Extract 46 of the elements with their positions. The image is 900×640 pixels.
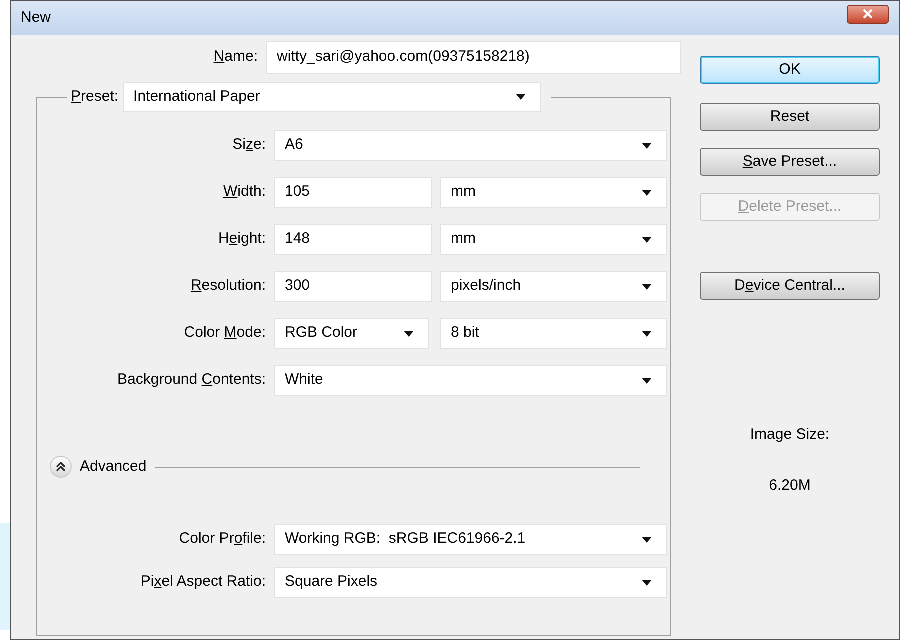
dropdown[interactable]: 8 bit — [440, 318, 667, 349]
dropdown[interactable]: A6 — [274, 130, 667, 161]
dropdown-arrow-icon — [642, 580, 652, 586]
dropdown-arrow-icon — [642, 536, 652, 542]
dropdown-arrow-icon — [404, 330, 414, 336]
dropdown[interactable]: International Paper — [122, 82, 541, 112]
dropdown-arrow-icon — [642, 330, 652, 336]
field-label: Width: — [222, 182, 267, 202]
dialog-button[interactable]: Save Preset... — [700, 148, 880, 176]
image-size-value: 6.20M — [769, 476, 811, 496]
input-field[interactable]: 105 — [274, 177, 432, 208]
dropdown-arrow-icon — [642, 236, 652, 242]
dialog-button[interactable]: Reset — [700, 103, 880, 131]
field-label: Color Mode: — [183, 323, 267, 344]
close-icon — [862, 9, 874, 19]
dropdown[interactable]: White — [274, 365, 667, 396]
dialog-button[interactable]: Device Central... — [700, 272, 880, 300]
dropdown-arrow-icon — [642, 284, 652, 290]
double-chevron-up-icon — [56, 462, 66, 472]
field-label: Resolution: — [190, 276, 267, 296]
dropdown[interactable]: mm — [440, 177, 667, 208]
window-title: New — [21, 8, 52, 28]
dropdown[interactable]: RGB Color — [274, 318, 429, 349]
field-label: Background Contents: — [116, 370, 267, 390]
dropdown[interactable]: pixels/inch — [440, 271, 667, 302]
field-label: Name: — [212, 47, 259, 68]
dropdown[interactable]: Working RGB: sRGB IEC61966-2.1 — [274, 524, 667, 555]
dropdown-arrow-icon — [642, 142, 652, 148]
input-field[interactable]: 300 — [274, 271, 432, 302]
dropdown-arrow-icon — [516, 94, 526, 100]
field-label: Size: — [232, 135, 267, 156]
dropdown-arrow-icon — [642, 190, 652, 196]
input-field[interactable]: 148 — [274, 224, 432, 255]
collapse-toggle[interactable] — [50, 456, 72, 478]
dropdown[interactable]: mm — [440, 224, 667, 255]
dialog-button[interactable]: OK — [700, 56, 880, 84]
field-label: Pixel Aspect Ratio: — [140, 572, 267, 592]
section-label: Advanced — [80, 456, 147, 477]
input-field[interactable]: witty_sari@yahoo.com(09375158218) — [266, 41, 681, 74]
image-size-label: Image Size: — [750, 425, 830, 445]
dropdown-arrow-icon — [642, 378, 652, 384]
field-label: Height: — [217, 229, 267, 250]
close-button[interactable] — [847, 4, 889, 24]
field-label: Preset: — [70, 86, 120, 107]
dropdown[interactable]: Square Pixels — [274, 567, 667, 598]
field-label: Color Profile: — [178, 529, 267, 550]
